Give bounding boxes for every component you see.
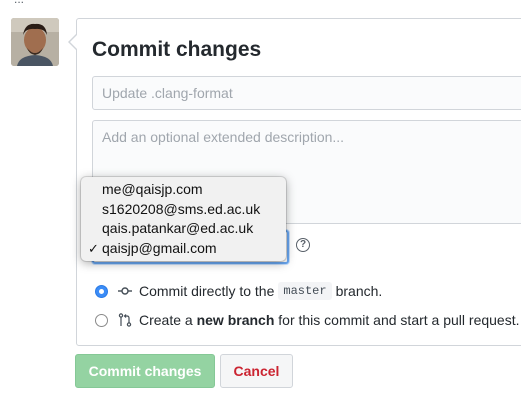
commit-direct-suffix: branch. [335, 283, 383, 299]
new-branch-option[interactable]: Create a new branch for this commit and … [95, 312, 520, 328]
email-option[interactable]: qais.patankar@ed.ac.uk [81, 219, 286, 239]
commit-summary-input[interactable] [92, 76, 521, 110]
email-option-selected[interactable]: ✓ qaisjp@gmail.com [81, 239, 286, 259]
new-branch-prefix: Create a [139, 312, 193, 328]
commit-button[interactable]: Commit changes [75, 354, 215, 388]
cancel-button[interactable]: Cancel [220, 354, 293, 388]
help-icon[interactable]: ? [296, 238, 310, 252]
avatar-image [11, 18, 59, 66]
new-branch-suffix: for this commit and start a pull request… [278, 312, 520, 328]
page-title: Commit changes [92, 38, 262, 61]
email-option[interactable]: s1620208@sms.ed.ac.uk [81, 200, 286, 220]
git-commit-icon [117, 283, 133, 299]
commit-direct-option[interactable]: Commit directly to the master branch. [95, 282, 382, 300]
new-branch-bold: new branch [196, 312, 275, 328]
email-option[interactable]: me@qaisjp.com [81, 180, 286, 200]
new-branch-radio[interactable] [95, 313, 108, 327]
commit-page: ... Commit changes ? me@qaisjp.com s1620… [0, 0, 521, 407]
commit-direct-prefix: Commit directly to the [139, 283, 275, 299]
avatar[interactable] [11, 18, 59, 66]
check-icon: ✓ [88, 240, 99, 256]
git-pull-request-icon [117, 312, 133, 328]
email-dropdown-menu: me@qaisjp.com s1620208@sms.ed.ac.uk qais… [81, 177, 286, 261]
branch-name: master [278, 282, 332, 300]
cut-off-text: ... [14, 0, 24, 6]
panel-pointer-inner [70, 35, 77, 49]
commit-direct-radio[interactable] [95, 284, 108, 298]
